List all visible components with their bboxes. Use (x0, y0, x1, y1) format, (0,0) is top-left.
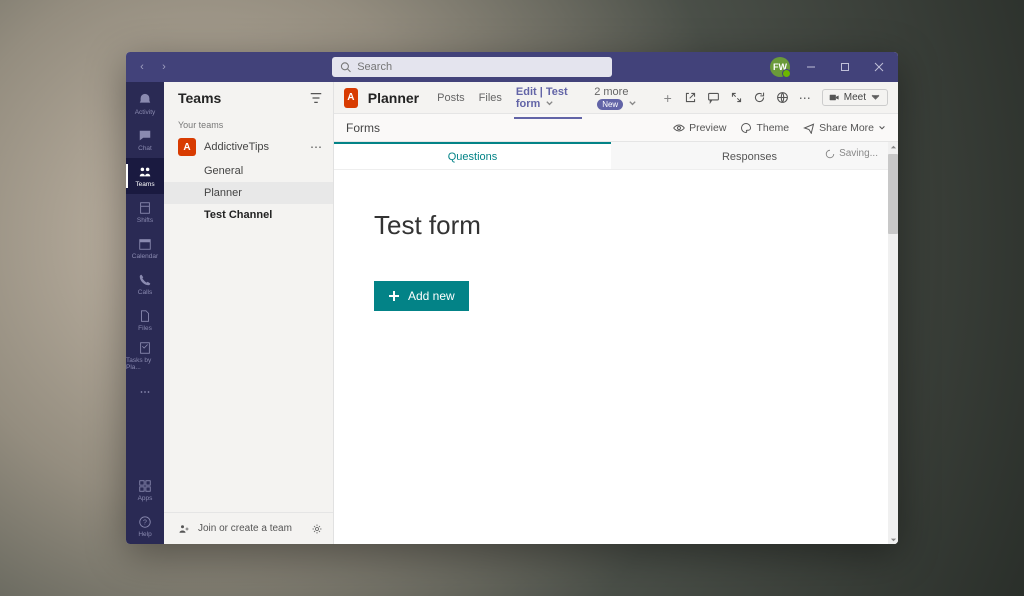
teams-window: ‹ › FW Activity Chat (126, 52, 898, 544)
saving-label: Saving... (839, 148, 878, 159)
join-team-icon (178, 523, 190, 535)
settings-icon[interactable] (311, 523, 323, 535)
rail-label: Files (138, 325, 152, 332)
chevron-down-icon (878, 124, 886, 132)
team-row[interactable]: A AddictiveTips ⋯ (164, 134, 333, 160)
plus-icon (388, 290, 400, 302)
theme-label: Theme (756, 122, 789, 134)
rail-more[interactable] (126, 374, 164, 410)
scroll-down-icon (890, 536, 897, 543)
user-avatar[interactable]: FW (770, 57, 790, 77)
rail-label: Shifts (137, 217, 153, 224)
rail-help[interactable]: ? Help (126, 508, 164, 544)
rail-activity[interactable]: Activity (126, 86, 164, 122)
forward-button[interactable]: › (154, 57, 174, 77)
rail-files[interactable]: Files (126, 302, 164, 338)
eye-icon (673, 122, 685, 134)
chevron-down-icon (628, 99, 637, 108)
form-tab-questions[interactable]: Questions (334, 142, 611, 169)
rail-calendar[interactable]: Calendar (126, 230, 164, 266)
channel-tile: A (344, 88, 358, 108)
chevron-down-icon (545, 99, 554, 108)
share-label: Share More (819, 122, 874, 134)
search-icon (340, 61, 351, 73)
add-new-label: Add new (408, 289, 455, 303)
rail-label: Apps (138, 495, 153, 502)
teams-panel: Teams Your teams A AddictiveTips ⋯ Gener… (164, 82, 334, 544)
scroll-thumb[interactable] (888, 154, 898, 234)
rail-shifts[interactable]: Shifts (126, 194, 164, 230)
teams-heading: Teams (178, 90, 221, 106)
form-title-heading[interactable]: Test form (374, 210, 848, 241)
forms-title: Forms (346, 121, 380, 135)
search-input[interactable] (357, 61, 604, 73)
conversation-icon[interactable] (707, 91, 720, 104)
meet-button[interactable]: Meet (822, 89, 888, 106)
channel-planner[interactable]: Planner (164, 182, 333, 204)
tab-edit-label: Edit | Test form (516, 86, 568, 110)
tab-edit-form[interactable]: Edit | Test form (514, 78, 582, 118)
form-area: Questions Responses Saving... Test form … (334, 142, 898, 544)
share-button[interactable]: Share More (803, 122, 886, 134)
team-tile: A (178, 138, 196, 156)
rail-teams[interactable]: Teams (126, 158, 164, 194)
globe-icon[interactable] (776, 91, 789, 104)
vertical-scrollbar[interactable] (888, 142, 898, 544)
rail-label: Activity (135, 109, 156, 116)
rail-label: Teams (135, 181, 154, 188)
back-button[interactable]: ‹ (132, 57, 152, 77)
tab-files[interactable]: Files (477, 84, 504, 112)
rail-label: Chat (138, 145, 152, 152)
theme-button[interactable]: Theme (740, 122, 789, 134)
rail-label: Help (138, 531, 151, 538)
saving-indicator: Saving... (825, 148, 878, 159)
minimize-button[interactable] (798, 56, 824, 78)
titlebar: ‹ › FW (126, 52, 898, 82)
preview-label: Preview (689, 122, 726, 134)
close-button[interactable] (866, 56, 892, 78)
palette-icon (740, 122, 752, 134)
open-external-icon[interactable] (684, 91, 697, 104)
join-team-link[interactable]: Join or create a team (198, 523, 292, 534)
tab-posts[interactable]: Posts (435, 84, 467, 112)
chevron-down-icon (870, 92, 881, 103)
left-rail: Activity Chat Teams Shifts Calendar Call… (126, 82, 164, 544)
video-icon (829, 92, 840, 103)
rail-chat[interactable]: Chat (126, 122, 164, 158)
reload-icon[interactable] (753, 91, 766, 104)
meet-label: Meet (844, 92, 866, 103)
expand-icon[interactable] (730, 91, 743, 104)
channel-test[interactable]: Test Channel (164, 204, 333, 226)
search-box[interactable] (332, 57, 612, 77)
forms-toolbar: Forms Preview Theme Share More (334, 114, 898, 142)
channel-general[interactable]: General (164, 160, 333, 182)
maximize-button[interactable] (832, 56, 858, 78)
tab-more-label: 2 more (594, 86, 628, 98)
rail-label: Tasks by Pla... (126, 357, 164, 371)
form-tabs: Questions Responses Saving... (334, 142, 888, 170)
add-new-button[interactable]: Add new (374, 281, 469, 311)
preview-button[interactable]: Preview (673, 122, 726, 134)
new-badge: New (597, 99, 623, 110)
rail-tasks[interactable]: Tasks by Pla... (126, 338, 164, 374)
tab-more[interactable]: 2 more New (592, 78, 651, 118)
rail-calls[interactable]: Calls (126, 266, 164, 302)
rail-label: Calendar (132, 253, 158, 260)
spinner-icon (825, 149, 835, 159)
team-more-icon[interactable]: ⋯ (310, 140, 323, 154)
team-name: AddictiveTips (204, 141, 302, 153)
add-tab-button[interactable]: + (662, 82, 674, 114)
rail-apps[interactable]: Apps (126, 472, 164, 508)
svg-text:?: ? (143, 519, 147, 526)
rail-label: Calls (138, 289, 152, 296)
scroll-up-icon (890, 144, 897, 151)
channel-title: Planner (368, 90, 419, 106)
tab-more-icon[interactable]: ⋯ (799, 91, 812, 105)
your-teams-label: Your teams (164, 114, 333, 134)
channel-tabbar: A Planner Posts Files Edit | Test form 2… (334, 82, 898, 114)
filter-icon[interactable] (309, 91, 323, 105)
share-icon (803, 122, 815, 134)
main-area: A Planner Posts Files Edit | Test form 2… (334, 82, 898, 544)
